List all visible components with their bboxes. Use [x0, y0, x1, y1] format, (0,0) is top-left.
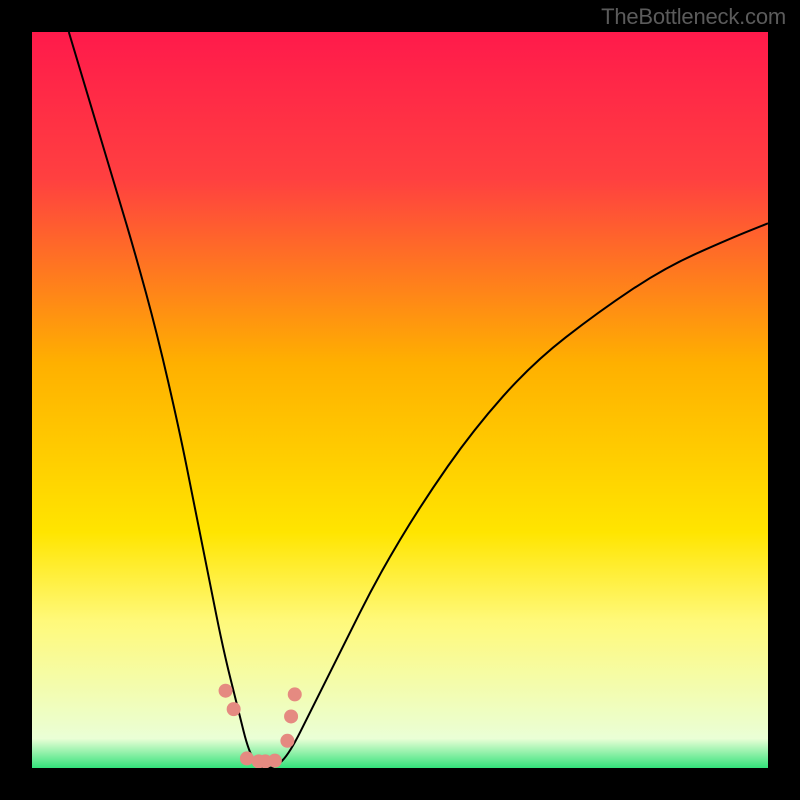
- marker-dot: [219, 684, 233, 698]
- watermark-text: TheBottleneck.com: [601, 4, 786, 30]
- bottleneck-chart: [32, 32, 768, 768]
- marker-dot: [284, 709, 298, 723]
- chart-frame: [32, 32, 768, 768]
- marker-dot: [240, 751, 254, 765]
- marker-dot: [280, 734, 294, 748]
- marker-dot: [268, 754, 282, 768]
- marker-dot: [288, 687, 302, 701]
- gradient-background: [32, 32, 768, 768]
- marker-dot: [227, 702, 241, 716]
